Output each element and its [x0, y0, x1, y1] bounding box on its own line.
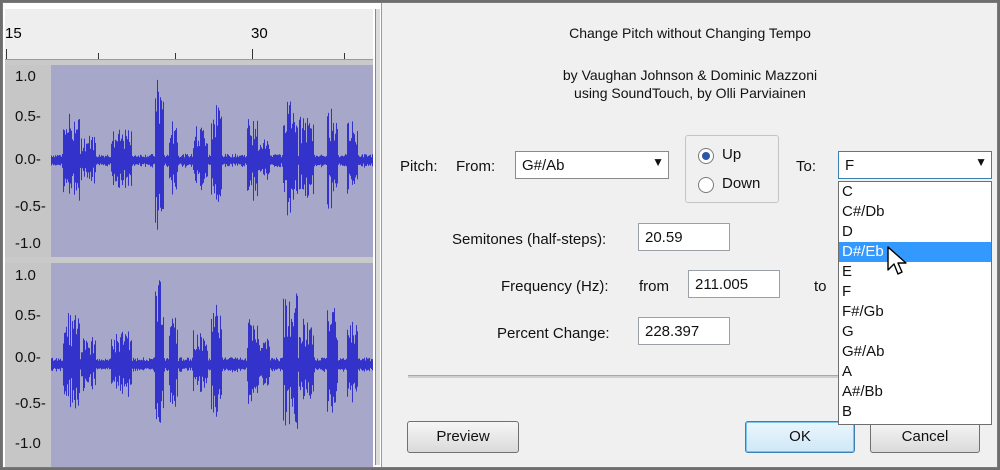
- direction-group: Up Down: [685, 135, 779, 203]
- down-radio[interactable]: [698, 177, 714, 193]
- amp-label: -1.0: [15, 235, 41, 252]
- frequency-from-input[interactable]: 211.005: [688, 270, 780, 298]
- up-radio[interactable]: [698, 148, 714, 164]
- audio-track-right[interactable]: 1.0 0.5- 0.0- -0.5- -1.0: [5, 263, 373, 467]
- credit-line: by Vaughan Johnson & Dominic Mazzoni: [562, 67, 818, 83]
- change-pitch-dialog: Change Pitch without Changing Tempo by V…: [381, 3, 997, 467]
- pitch-label: Pitch:: [400, 158, 438, 175]
- pitch-option[interactable]: A#/Bb: [839, 382, 991, 402]
- semitones-input[interactable]: 20.59: [638, 223, 730, 251]
- track-scrollbar[interactable]: [375, 9, 380, 465]
- ok-button[interactable]: OK: [745, 421, 855, 453]
- pitch-option[interactable]: C#/Db: [839, 202, 991, 222]
- amp-label: 0.0-: [15, 151, 41, 168]
- pitch-option[interactable]: F#/Gb: [839, 302, 991, 322]
- to-pitch-value: F: [845, 157, 855, 174]
- pitch-option[interactable]: G: [839, 322, 991, 342]
- cancel-button[interactable]: Cancel: [870, 421, 980, 453]
- amp-label: 1.0: [15, 267, 36, 284]
- chevron-down-icon: ▼: [975, 155, 987, 169]
- amp-label: -0.5-: [15, 395, 46, 412]
- pitch-option[interactable]: C: [839, 182, 991, 202]
- pitch-option[interactable]: F: [839, 282, 991, 302]
- pitch-option[interactable]: E: [839, 262, 991, 282]
- frequency-label: Frequency (Hz):: [501, 278, 609, 295]
- from-pitch-value: G#/Ab: [522, 157, 565, 174]
- ruler-label-15: 15: [5, 25, 22, 42]
- pitch-option[interactable]: B: [839, 402, 991, 422]
- audio-track-area: 15 30 1.0 0.5- 0.0- -0.5- -1.0 1.0 0.5- …: [5, 9, 373, 467]
- to-label: To:: [796, 158, 817, 175]
- to-pitch-dropdown-list[interactable]: C C#/Db D D#/Eb E F F#/Gb G G#/Ab A A#/Bb B: [838, 181, 992, 425]
- waveform: [51, 79, 373, 230]
- down-radio-label[interactable]: Down: [722, 175, 760, 192]
- timeline-ruler[interactable]: 15 30: [5, 9, 373, 60]
- mouse-pointer-icon: [887, 246, 907, 275]
- chevron-down-icon: ▼: [652, 155, 664, 169]
- waveform: [51, 280, 373, 429]
- ruler-tick: [98, 53, 99, 59]
- audio-track-left[interactable]: 1.0 0.5- 0.0- -0.5- -1.0: [5, 65, 373, 257]
- pitch-option[interactable]: A: [839, 362, 991, 382]
- ruler-label-30: 30: [251, 25, 268, 42]
- credit-line: using SoundTouch, by Olli Parviainen: [574, 85, 806, 101]
- up-radio-label[interactable]: Up: [722, 146, 741, 163]
- from-pitch-select[interactable]: G#/Ab ▼: [515, 151, 669, 179]
- dialog-title: Change Pitch without Changing Tempo: [569, 25, 811, 41]
- ruler-tick: [175, 53, 176, 59]
- to-pitch-select[interactable]: F ▼: [838, 151, 992, 179]
- screenshot-frame: 15 30 1.0 0.5- 0.0- -0.5- -1.0 1.0 0.5- …: [2, 2, 998, 468]
- amp-label: -1.0: [15, 435, 41, 452]
- amp-label: 0.0-: [15, 349, 41, 366]
- percent-change-label: Percent Change:: [497, 325, 610, 342]
- pitch-option[interactable]: G#/Ab: [839, 342, 991, 362]
- percent-change-input[interactable]: 228.397: [638, 317, 730, 345]
- ruler-tick: [344, 53, 345, 59]
- frequency-from-label: from: [639, 278, 669, 295]
- amp-label: 1.0: [15, 68, 36, 85]
- pitch-option[interactable]: D: [839, 222, 991, 242]
- ruler-tick: [252, 49, 253, 59]
- amp-label: -0.5-: [15, 198, 46, 215]
- pitch-option[interactable]: D#/Eb: [839, 242, 991, 262]
- semitones-label: Semitones (half-steps):: [452, 231, 607, 248]
- amp-label: 0.5-: [15, 307, 41, 324]
- preview-button[interactable]: Preview: [407, 421, 519, 453]
- frequency-to-label: to: [814, 278, 827, 295]
- from-label: From:: [456, 158, 496, 175]
- ruler-tick: [6, 49, 7, 59]
- amp-label: 0.5-: [15, 108, 41, 125]
